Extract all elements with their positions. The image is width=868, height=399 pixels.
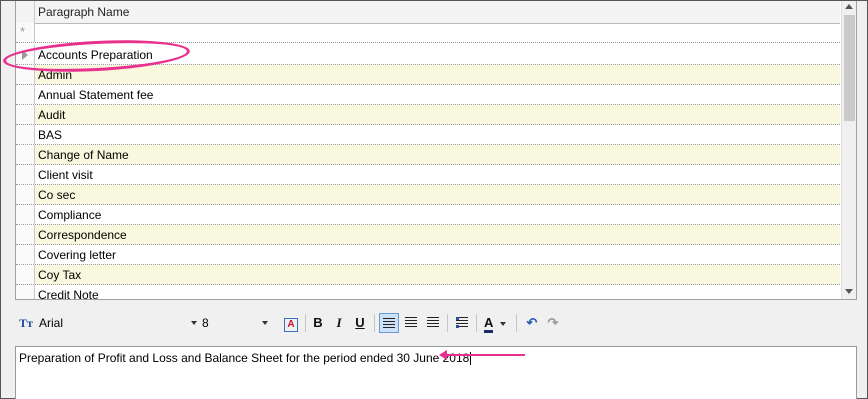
- editor-text: Preparation of Profit and Loss and Balan…: [19, 351, 470, 365]
- paragraph-name-cell[interactable]: Annual Statement fee: [38, 88, 153, 102]
- table-row[interactable]: Accounts Preparation: [16, 45, 840, 65]
- paragraph-name-cell[interactable]: Co sec: [38, 188, 75, 202]
- table-row[interactable]: Admin: [16, 65, 840, 85]
- chevron-down-icon[interactable]: [191, 321, 197, 325]
- bullet-list-button[interactable]: [452, 313, 472, 333]
- italic-button[interactable]: I: [329, 313, 349, 333]
- chevron-down-icon[interactable]: [262, 321, 268, 325]
- row-selector[interactable]: [16, 225, 35, 244]
- table-row[interactable]: Audit: [16, 105, 840, 125]
- paragraph-name-cell[interactable]: Admin: [38, 68, 72, 82]
- paragraph-name-cell[interactable]: Audit: [38, 108, 65, 122]
- font-size-value: 8: [202, 316, 209, 330]
- toolbar-divider: [476, 314, 477, 332]
- align-center-icon: [405, 317, 417, 328]
- text-highlight-button[interactable]: A: [281, 313, 301, 333]
- column-header-paragraph-name[interactable]: Paragraph Name: [38, 5, 129, 19]
- row-selector[interactable]: [16, 245, 35, 264]
- scroll-down-icon[interactable]: [845, 289, 853, 294]
- row-selector[interactable]: [16, 165, 35, 184]
- toolbar-divider: [305, 314, 306, 332]
- font-size-select[interactable]: 8: [202, 313, 270, 333]
- underline-button[interactable]: U: [350, 313, 370, 333]
- format-toolbar: Tт Arial 8 A B I U A ↶ ↷: [15, 311, 855, 335]
- redo-button[interactable]: ↷: [543, 313, 563, 333]
- table-row[interactable]: Compliance: [16, 205, 840, 225]
- toolbar-divider: [516, 314, 517, 332]
- row-selector[interactable]: [16, 205, 35, 224]
- paragraph-name-cell[interactable]: Correspondence: [38, 228, 127, 242]
- font-family-select[interactable]: Tт Arial: [19, 313, 199, 333]
- row-selector[interactable]: [16, 85, 35, 104]
- new-row-marker-icon: *: [20, 24, 26, 39]
- current-row-arrow-icon: [22, 50, 28, 60]
- row-selector[interactable]: [16, 145, 35, 164]
- font-icon: Tт: [19, 315, 33, 330]
- paragraph-name-cell[interactable]: Covering letter: [38, 248, 116, 262]
- align-right-icon: [427, 317, 439, 328]
- highlight-icon: A: [284, 318, 298, 332]
- window-frame: Paragraph Name * Accounts Preparation Adm…: [0, 0, 868, 399]
- row-selector[interactable]: [16, 285, 35, 299]
- align-left-button[interactable]: [379, 313, 399, 333]
- toolbar-divider: [374, 314, 375, 332]
- paragraph-grid: Paragraph Name * Accounts Preparation Adm…: [15, 1, 857, 300]
- table-row[interactable]: Client visit: [16, 165, 840, 185]
- align-center-button[interactable]: [401, 313, 421, 333]
- table-row[interactable]: Coy Tax: [16, 265, 840, 285]
- table-row[interactable]: Annual Statement fee: [16, 85, 840, 105]
- new-row-selector[interactable]: *: [16, 23, 35, 42]
- table-row[interactable]: Co sec: [16, 185, 840, 205]
- scrollbar-thumb[interactable]: [844, 15, 855, 121]
- paragraph-name-cell[interactable]: Accounts Preparation: [38, 48, 153, 62]
- bold-button[interactable]: B: [308, 313, 328, 333]
- font-color-button[interactable]: A: [480, 313, 510, 333]
- chevron-down-icon: [500, 321, 506, 326]
- undo-button[interactable]: ↶: [522, 313, 542, 333]
- toolbar-divider: [447, 314, 448, 332]
- table-row[interactable]: Credit Note: [16, 285, 840, 299]
- row-selector[interactable]: [16, 45, 35, 64]
- paragraph-name-cell[interactable]: Client visit: [38, 168, 93, 182]
- table-row[interactable]: BAS: [16, 125, 840, 145]
- row-selector-header: [16, 1, 35, 23]
- paragraph-text-editor[interactable]: Preparation of Profit and Loss and Balan…: [15, 346, 857, 399]
- row-selector[interactable]: [16, 125, 35, 144]
- paragraph-name-cell[interactable]: Compliance: [38, 208, 101, 222]
- editor-content: Preparation of Profit and Loss and Balan…: [19, 351, 472, 366]
- new-row[interactable]: *: [16, 23, 840, 43]
- align-right-button[interactable]: [423, 313, 443, 333]
- table-row[interactable]: Change of Name: [16, 145, 840, 165]
- paragraph-name-cell[interactable]: Coy Tax: [38, 268, 81, 282]
- scroll-up-icon[interactable]: [845, 4, 853, 9]
- font-family-value: Arial: [39, 316, 64, 330]
- row-selector[interactable]: [16, 65, 35, 84]
- vertical-scrollbar[interactable]: [841, 1, 856, 299]
- align-left-icon: [383, 318, 395, 329]
- row-selector[interactable]: [16, 185, 35, 204]
- bullet-list-icon: [456, 317, 468, 328]
- paragraph-name-cell[interactable]: Credit Note: [38, 288, 99, 299]
- table-row[interactable]: Covering letter: [16, 245, 840, 265]
- grid-header: Paragraph Name: [16, 1, 840, 24]
- row-selector[interactable]: [16, 265, 35, 284]
- table-row[interactable]: Correspondence: [16, 225, 840, 245]
- paragraph-name-cell[interactable]: Change of Name: [38, 148, 129, 162]
- paragraph-name-cell[interactable]: BAS: [38, 128, 62, 142]
- font-color-icon: A: [483, 315, 494, 333]
- row-selector[interactable]: [16, 105, 35, 124]
- arrow-annotation: [439, 350, 525, 360]
